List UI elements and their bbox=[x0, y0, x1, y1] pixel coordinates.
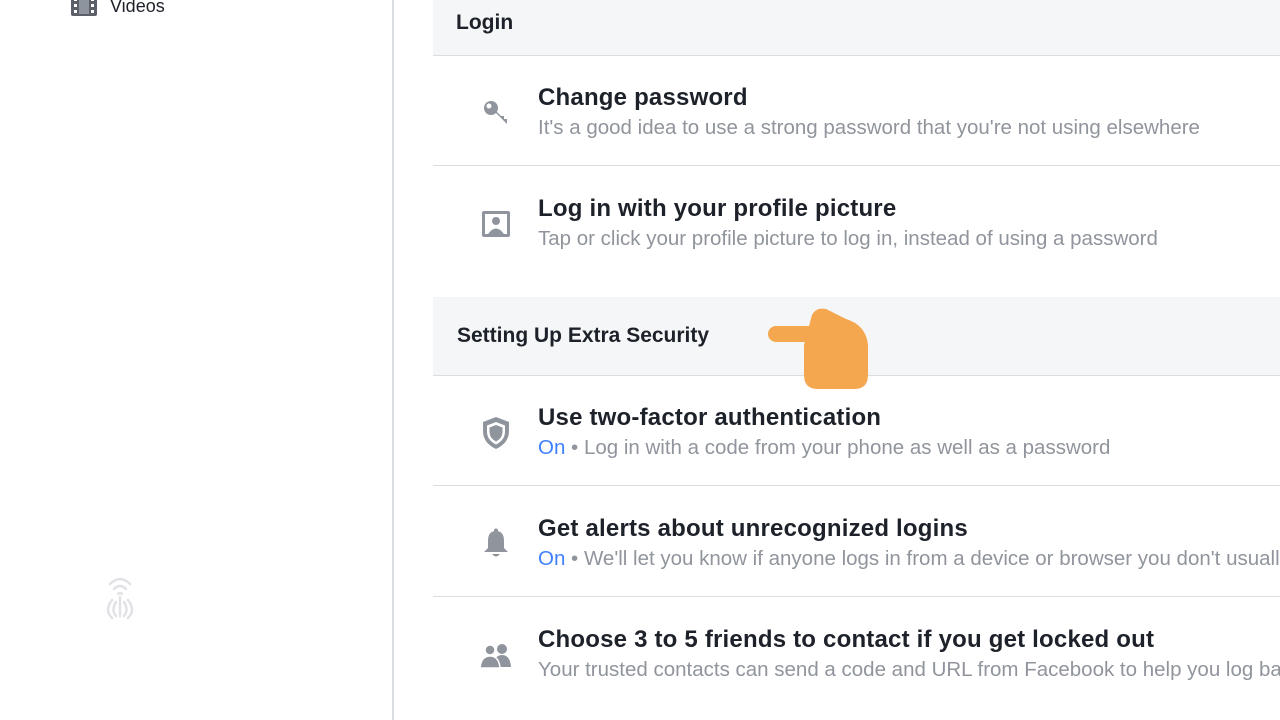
status-on-label: On bbox=[538, 547, 566, 570]
setting-description-line: On • We'll let you know if anyone logs i… bbox=[538, 547, 1280, 571]
setting-description: Log in with a code from your phone as we… bbox=[583, 436, 1111, 459]
pointing-hand-icon bbox=[766, 305, 872, 391]
setting-title: Change password bbox=[538, 84, 748, 111]
setting-title: Log in with your profile picture bbox=[538, 195, 897, 222]
separator: • bbox=[565, 436, 584, 459]
setting-title: Use two-factor authentication bbox=[538, 404, 882, 431]
setting-description-line: On • Log in with a code from your phone … bbox=[538, 436, 1110, 460]
left-sidebar: Videos bbox=[0, 0, 394, 720]
setting-description: Tap or click your profile picture to log… bbox=[538, 227, 1158, 250]
profile-picture-icon bbox=[479, 207, 513, 241]
bell-icon bbox=[479, 527, 513, 561]
setting-title: Choose 3 to 5 friends to contact if you … bbox=[538, 626, 1155, 653]
key-icon bbox=[479, 96, 513, 130]
setting-row-trusted-contacts[interactable]: Choose 3 to 5 friends to contact if you … bbox=[433, 598, 1280, 708]
watermark-logo-icon bbox=[96, 570, 144, 622]
setting-row-two-factor-authentication[interactable]: Use two-factor authentication On • Log i… bbox=[433, 376, 1280, 486]
film-icon bbox=[70, 0, 98, 18]
setting-description: We'll let you know if anyone logs in fro… bbox=[583, 547, 1280, 570]
section-header-login: Login bbox=[433, 0, 1280, 56]
sidebar-item-videos[interactable]: Videos bbox=[70, 0, 165, 20]
separator: • bbox=[565, 547, 584, 570]
setting-row-profile-picture-login[interactable]: Log in with your profile picture Tap or … bbox=[433, 167, 1280, 277]
setting-title: Get alerts about unrecognized logins bbox=[538, 515, 968, 542]
setting-row-login-alerts[interactable]: Get alerts about unrecognized logins On … bbox=[433, 487, 1280, 597]
shield-icon bbox=[479, 416, 513, 450]
setting-description: Your trusted contacts can send a code an… bbox=[538, 658, 1280, 681]
status-on-label: On bbox=[538, 436, 566, 459]
setting-description: It's a good idea to use a strong passwor… bbox=[538, 116, 1200, 139]
friends-icon bbox=[479, 638, 513, 672]
page: Videos Login Change password It's a good… bbox=[0, 0, 1280, 720]
section-title: Setting Up Extra Security bbox=[457, 324, 710, 347]
sidebar-item-label: Videos bbox=[110, 0, 165, 16]
section-title: Login bbox=[456, 10, 514, 34]
setting-row-change-password[interactable]: Change password It's a good idea to use … bbox=[433, 56, 1280, 166]
